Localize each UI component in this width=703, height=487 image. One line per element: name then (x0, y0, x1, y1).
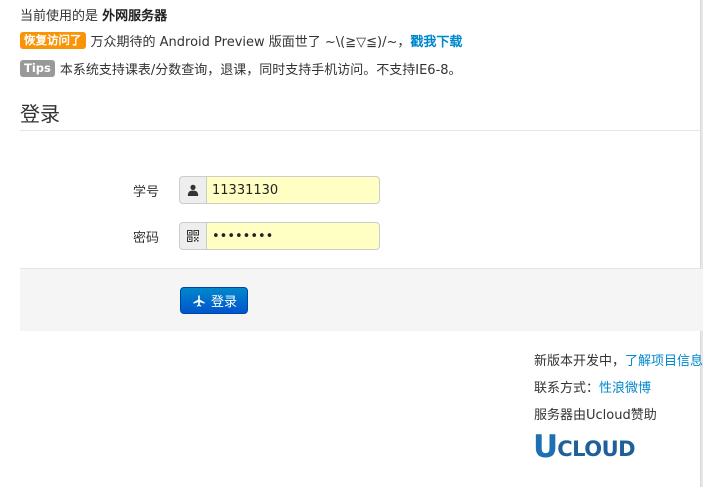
notice-text: 万众期待的 Android Preview 版面世了 ~\(≧▽≦)/~， (90, 35, 411, 50)
notice-android: 恢复访问了 万众期待的 Android Preview 版面世了 ~\(≧▽≦)… (20, 31, 462, 50)
logo-u: U (533, 429, 558, 465)
divider (20, 130, 703, 131)
weibo-link[interactable]: 性浪微博 (599, 381, 651, 396)
user-icon (179, 176, 206, 204)
notice-badge: 恢复访问了 (20, 32, 86, 49)
dev-text: 新版本开发中， (534, 354, 626, 369)
login-button[interactable]: 登录 (180, 287, 249, 314)
login-button-label: 登录 (211, 295, 238, 310)
logo-rest: CLOUD (557, 437, 636, 461)
plane-icon (193, 294, 205, 307)
download-link[interactable]: 戳我下载 (410, 31, 462, 50)
server-prefix: 当前使用的是 (20, 9, 99, 24)
contact-text: 联系方式： (534, 381, 600, 396)
username-group (179, 176, 380, 204)
tips-text: 本系统支持课表/分数查询，退课，同时支持手机访问。不支持IE6-8。 (59, 63, 462, 78)
password-row: 密码 (0, 222, 703, 250)
project-info-link[interactable]: 了解项目信息 (625, 354, 703, 369)
sponsor-text: 服务器由Ucloud赞助 (534, 408, 657, 423)
tips-badge: Tips (20, 60, 55, 77)
page-title: 登录 (20, 102, 60, 126)
form-actions: 登录 (20, 268, 703, 331)
qrcode-icon (179, 222, 206, 250)
notice-tips: Tips 本系统支持课表/分数查询，退课，同时支持手机访问。不支持IE6-8。 (20, 59, 462, 78)
dev-info: 新版本开发中，了解项目信息 (534, 350, 703, 369)
ucloud-logo[interactable]: U CLOUD (533, 429, 636, 465)
contact-info: 联系方式：性浪微博 (534, 377, 651, 396)
password-group (179, 222, 380, 250)
username-input[interactable] (206, 176, 380, 204)
server-status: 当前使用的是 外网服务器 (20, 5, 167, 24)
username-label: 学号 (132, 185, 159, 200)
username-row: 学号 (0, 176, 703, 204)
password-input[interactable] (206, 222, 380, 250)
server-name: 外网服务器 (102, 9, 168, 24)
password-label: 密码 (132, 231, 159, 246)
